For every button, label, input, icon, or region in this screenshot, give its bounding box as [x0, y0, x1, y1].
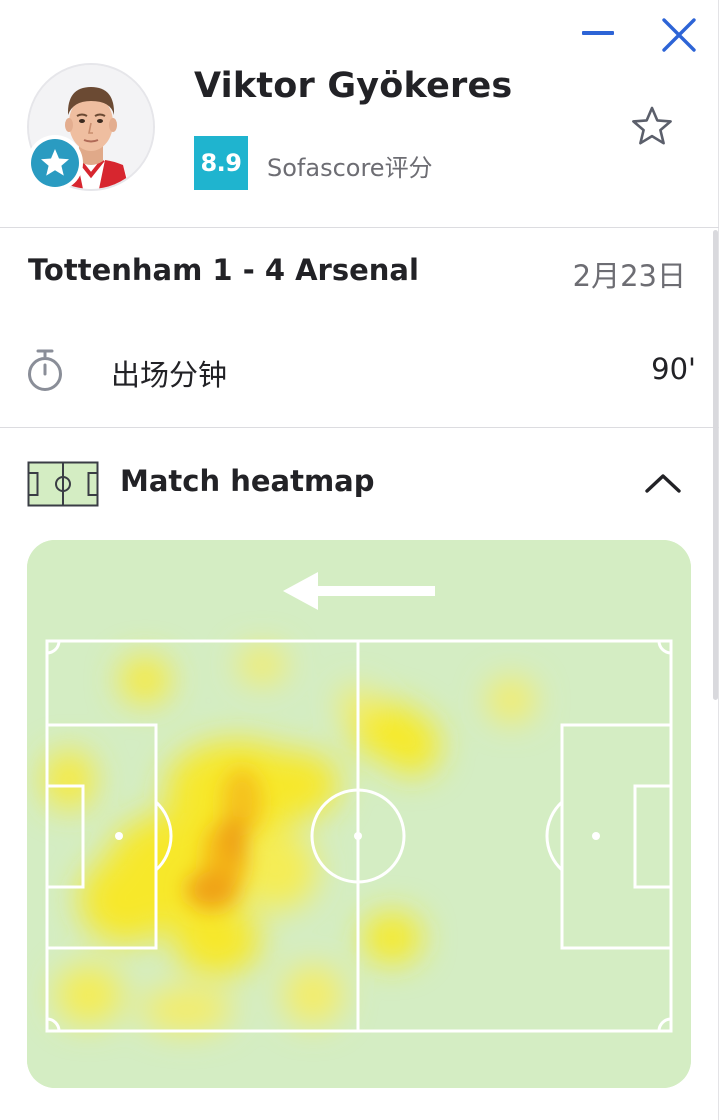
- rating-badge: 8.9: [194, 136, 248, 190]
- minutes-value: 90': [651, 352, 696, 386]
- chevron-up-icon[interactable]: [640, 466, 686, 500]
- minimize-icon[interactable]: [582, 31, 614, 35]
- divider: [0, 427, 719, 428]
- heatmap-title: Match heatmap: [120, 464, 375, 498]
- match-date: 2月23日: [572, 259, 686, 293]
- rating-label: Sofascore评分: [267, 154, 433, 182]
- player-match-panel: Viktor Gyökeres 8.9 Sofascore评分 Tottenha…: [0, 0, 719, 1120]
- close-icon[interactable]: [660, 16, 698, 54]
- match-title[interactable]: Tottenham 1 - 4 Arsenal: [28, 253, 419, 287]
- divider: [0, 227, 719, 228]
- minutes-label: 出场分钟: [111, 358, 228, 392]
- stopwatch-icon: [26, 346, 64, 394]
- scrollbar[interactable]: [713, 230, 718, 700]
- star-icon: [27, 135, 83, 191]
- star-outline-icon[interactable]: [628, 103, 676, 151]
- heatmap-card: [27, 540, 691, 1088]
- pitch-icon: [27, 461, 99, 507]
- player-name: Viktor Gyökeres: [194, 66, 513, 106]
